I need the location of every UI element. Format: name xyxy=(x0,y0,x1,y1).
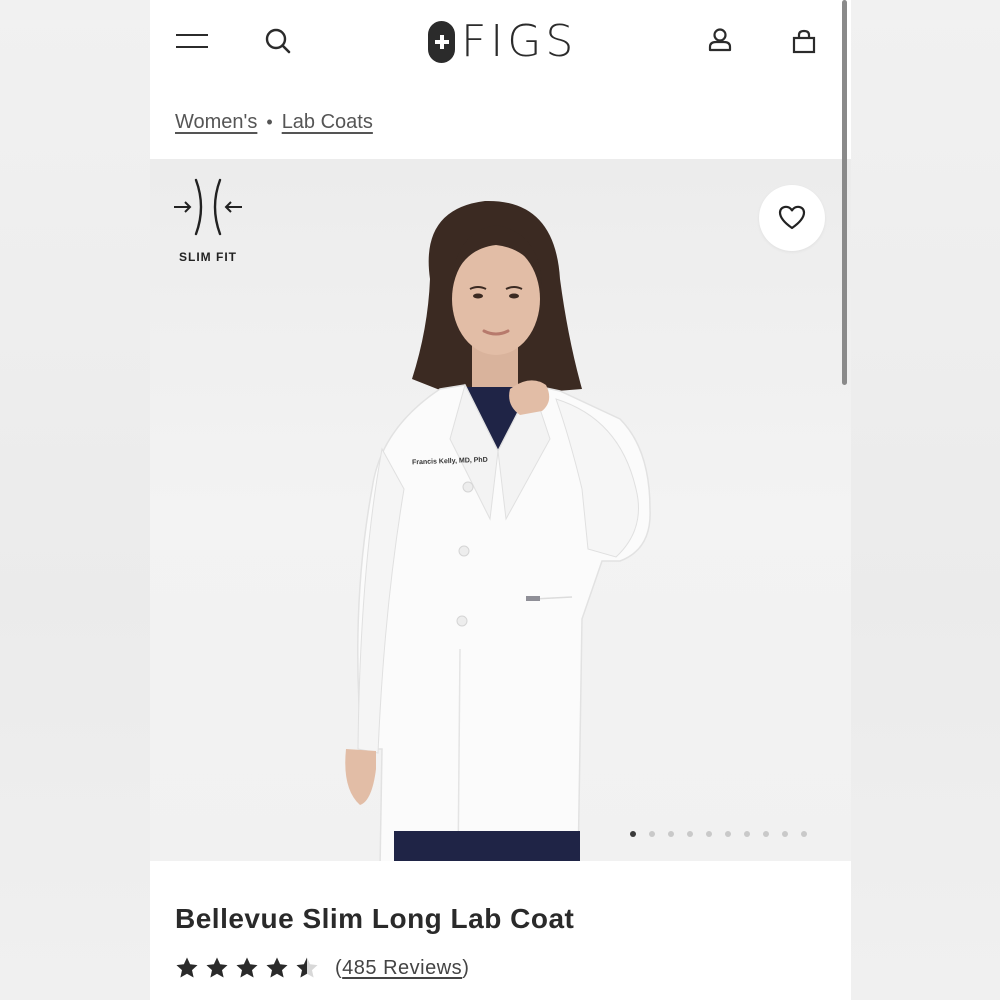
scrollbar[interactable] xyxy=(842,0,847,385)
carousel-dot[interactable] xyxy=(801,831,807,837)
reviews-count: 485 Reviews xyxy=(342,956,463,979)
product-page: FIGS Women's • Lab Coats SLIM FIT Franci… xyxy=(150,0,851,1000)
star-icon xyxy=(236,957,258,978)
breadcrumb: Women's • Lab Coats xyxy=(175,111,373,134)
product-model-image xyxy=(345,200,651,861)
carousel-dot[interactable] xyxy=(706,831,712,837)
product-title: Bellevue Slim Long Lab Coat xyxy=(175,903,575,934)
star-icon xyxy=(296,957,318,978)
star-icon xyxy=(206,957,228,978)
site-header: FIGS xyxy=(150,0,851,90)
logo-wordmark: FIGS xyxy=(461,16,578,67)
breadcrumb-separator: • xyxy=(266,112,273,132)
carousel-dot[interactable] xyxy=(687,831,693,837)
figs-logo[interactable]: FIGS xyxy=(428,18,577,66)
star-icon xyxy=(176,957,198,978)
carousel-dot[interactable] xyxy=(744,831,750,837)
slim-fit-label: SLIM FIT xyxy=(179,250,237,264)
search-icon xyxy=(265,28,291,54)
carousel-dot[interactable] xyxy=(725,831,731,837)
logo-plus-icon xyxy=(428,21,455,63)
heart-icon xyxy=(778,205,806,230)
product-rating: (485 Reviews) xyxy=(175,956,469,980)
reviews-link[interactable]: (485 Reviews) xyxy=(335,957,469,980)
breadcrumb-lab-coats-link[interactable]: Lab Coats xyxy=(282,111,373,134)
account-icon xyxy=(708,28,732,52)
carousel-dots xyxy=(630,831,820,837)
slim-fit-icon xyxy=(174,178,242,236)
wishlist-button[interactable] xyxy=(759,185,825,251)
carousel-dot[interactable] xyxy=(630,831,636,837)
carousel-dot[interactable] xyxy=(668,831,674,837)
right-backdrop xyxy=(851,0,1000,1000)
menu-button[interactable] xyxy=(172,24,212,58)
carousel-dot[interactable] xyxy=(782,831,788,837)
star-icon xyxy=(266,957,288,978)
cart-button[interactable] xyxy=(786,24,822,60)
product-image-gallery[interactable]: SLIM FIT Francis Kelly, MD, PhD xyxy=(150,159,851,861)
account-button[interactable] xyxy=(702,22,738,58)
slim-fit-badge: SLIM FIT xyxy=(168,177,248,264)
search-button[interactable] xyxy=(260,24,296,58)
carousel-dot[interactable] xyxy=(763,831,769,837)
rating-stars xyxy=(175,956,325,980)
hamburger-menu-icon xyxy=(176,34,208,48)
breadcrumb-womens-link[interactable]: Women's xyxy=(175,111,257,134)
carousel-dot[interactable] xyxy=(649,831,655,837)
left-backdrop xyxy=(0,0,150,1000)
shopping-bag-icon xyxy=(792,29,816,54)
